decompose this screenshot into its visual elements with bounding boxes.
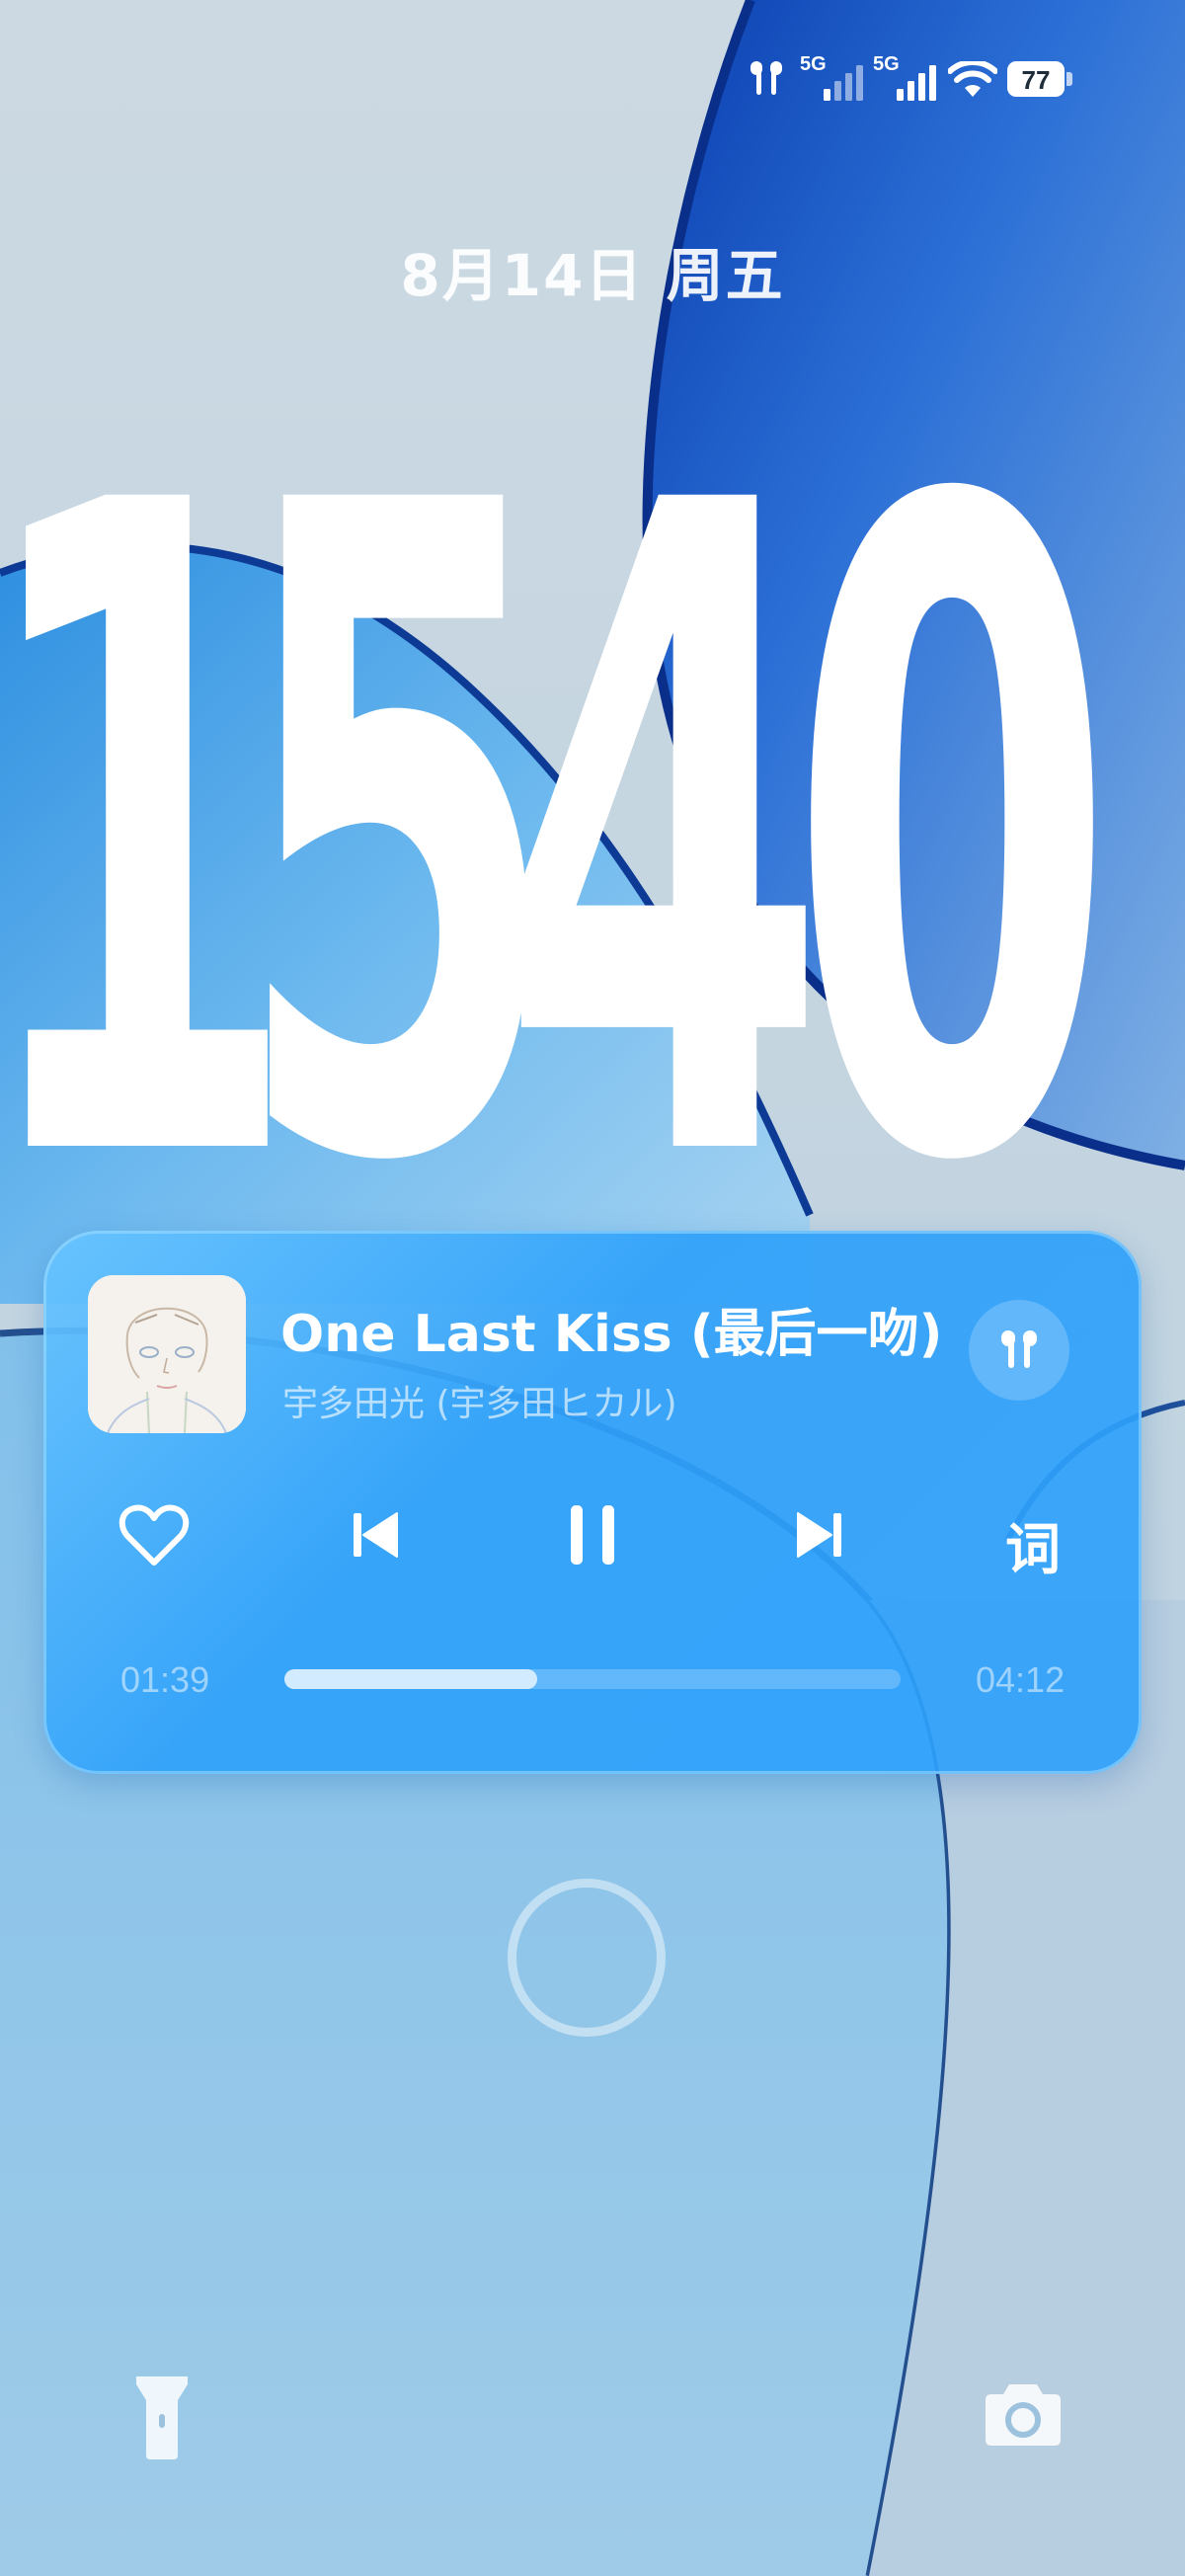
music-player-card[interactable]: One Last Kiss (最后一吻) 宇多田光 (宇多田ヒカル) 词 01:…: [43, 1231, 1142, 1774]
previous-icon[interactable]: [336, 1495, 415, 1574]
wifi-icon: [948, 61, 997, 97]
heart-icon[interactable]: [115, 1495, 194, 1574]
status-bar: 5G 5G 77: [0, 0, 1185, 158]
album-art[interactable]: [88, 1275, 246, 1433]
clock-digit: 4: [500, 318, 827, 1185]
unlock-button[interactable]: [508, 1879, 666, 2037]
5g-signal-icon: 5G: [873, 53, 942, 101]
airpods-icon: [1001, 1330, 1037, 1368]
5g-signal-icon: 5G: [800, 53, 869, 101]
camera-icon[interactable]: [984, 2380, 1063, 2448]
airpods-icon: [750, 61, 782, 95]
progress-bar[interactable]: [284, 1669, 901, 1689]
song-title: One Last Kiss (最后一吻): [280, 1305, 943, 1364]
song-artist: 宇多田光 (宇多田ヒカル): [282, 1384, 677, 1424]
lyrics-button[interactable]: 词: [1005, 1505, 1061, 1585]
battery-level: 77: [1021, 65, 1051, 95]
elapsed-time: 01:39: [120, 1659, 210, 1700]
next-icon[interactable]: [780, 1495, 859, 1574]
total-time: 04:12: [976, 1659, 1066, 1700]
pause-icon[interactable]: [553, 1495, 632, 1574]
battery-icon: 77: [1007, 61, 1076, 99]
clock-digit: 0: [788, 318, 1115, 1185]
network-type-label: 5G: [873, 53, 900, 75]
album-art-image: [88, 1275, 246, 1433]
progress-fill: [284, 1669, 537, 1689]
lockscreen-clock: 1540: [0, 318, 1116, 1185]
network-type-label: 5G: [800, 53, 827, 75]
output-device-button[interactable]: [969, 1300, 1069, 1401]
flashlight-icon[interactable]: [134, 2375, 190, 2459]
